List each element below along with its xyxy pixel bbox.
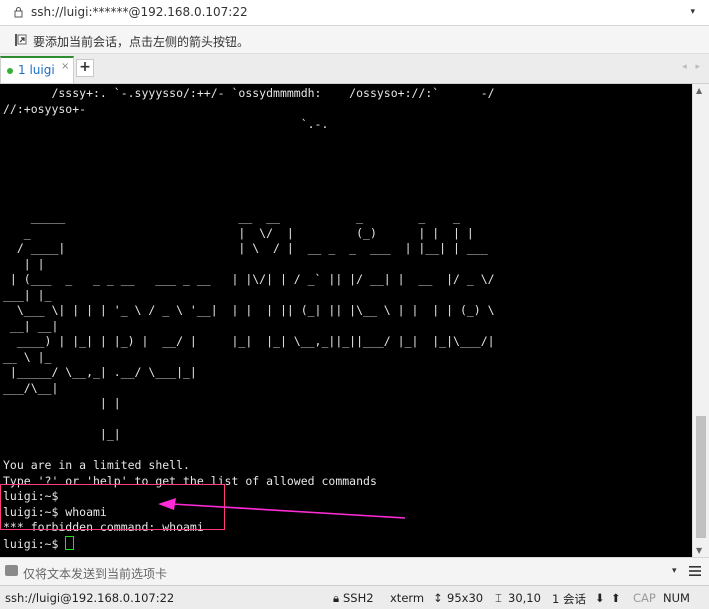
terminal-line: __ \ |_: [3, 349, 52, 364]
resize-icon: ↕: [433, 591, 443, 605]
send-text-bar: 仅将文本发送到当前选项卡 ▾: [0, 557, 709, 585]
terminal-line: ____) | |_| | |_) | __/ | |_| |_| \__,_|…: [3, 334, 495, 348]
terminal-line: _ | \/ | (_) | | | |: [3, 225, 474, 240]
lock-icon: 🔒︎: [333, 591, 340, 605]
address-url[interactable]: ssh://luigi:******@192.168.0.107:22: [31, 5, 248, 19]
add-session-hint-text: 要添加当前会话，点击左侧的箭头按钮。: [33, 35, 250, 49]
terminal-line: |_____/ \__,_| .__/ \___|_|: [3, 365, 197, 379]
status-size: 95x30: [447, 591, 484, 605]
status-protocol: SSH2: [343, 591, 374, 605]
terminal-line: | |: [3, 396, 121, 410]
tab-close-icon[interactable]: ×: [61, 61, 69, 72]
terminal-line: \___ \| | | | '_ \ / _ \ '__| | | | || (…: [3, 303, 495, 317]
new-tab-button[interactable]: +: [76, 59, 94, 77]
lock-icon: [14, 7, 23, 18]
send-text-input[interactable]: 仅将文本发送到当前选项卡: [23, 565, 167, 582]
send-target-dropdown-icon[interactable]: ▾: [672, 566, 677, 576]
status-sessions: 1 会话: [552, 592, 586, 606]
terminal-line: /sssy+:. `-.syyysso/:++/- `ossydmmmmdh: …: [3, 86, 495, 100]
tab-label: 1 luigi: [18, 63, 55, 77]
terminal-cursor: [65, 535, 75, 550]
terminal-output: /sssy+:. `-.syyysso/:++/- `ossydmmmmdh: …: [0, 84, 692, 552]
terminal-scrollbar[interactable]: ▲ ▼: [692, 84, 709, 557]
terminal-line: | (___ _ _ _ __ ___ _ __ | |\/| | / _` |…: [3, 272, 495, 286]
address-dropdown-icon[interactable]: ▾: [690, 7, 695, 17]
status-cursor-pos: 30,10: [508, 591, 541, 605]
status-connection: ssh://luigi@192.168.0.107:22: [5, 591, 175, 605]
menu-icon[interactable]: [689, 565, 701, 577]
add-session-arrow-icon[interactable]: [14, 33, 28, 47]
terminal-line: |_|: [3, 427, 121, 441]
address-bar[interactable]: ssh://luigi:******@192.168.0.107:22 ▾: [0, 0, 709, 26]
add-session-hint-bar: 要添加当前会话，点击左侧的箭头按钮。: [0, 26, 709, 54]
scrollbar-thumb[interactable]: [696, 416, 706, 538]
cursor-pos-icon: ⌶: [495, 591, 502, 605]
terminal-line: ___| |_: [3, 287, 52, 302]
terminal-line: _____ __ __ _ _ _: [3, 210, 460, 224]
status-term-type: xterm: [390, 591, 425, 605]
tab-scroll-arrows-icon[interactable]: ◂ ▸: [682, 62, 703, 72]
status-caps: CAP: [633, 591, 656, 605]
arrow-up-icon[interactable]: ⬆: [611, 591, 621, 605]
scroll-up-icon[interactable]: ▲: [696, 86, 702, 95]
connected-status-icon: [7, 68, 13, 74]
terminal-prompt-line: luigi:~$: [3, 536, 66, 551]
status-bar: ssh://luigi@192.168.0.107:22 🔒︎ SSH2 xte…: [0, 585, 709, 609]
terminal-line: `.-.: [3, 117, 329, 131]
tab-luigi[interactable]: 1 luigi ×: [0, 56, 74, 83]
terminal-line: / ____| | \ / | __ _ _ ___ | |__| | ___: [3, 241, 488, 255]
keyboard-icon: [5, 565, 18, 576]
terminal-line: //:+osyyso+-: [3, 101, 87, 116]
terminal-line: ___/\__|: [3, 380, 59, 395]
terminal-line: | |: [3, 256, 45, 271]
terminal-line: __| __|: [3, 318, 59, 333]
terminal-line: You are in a limited shell.: [3, 458, 190, 472]
status-num: NUM: [663, 591, 690, 605]
arrow-down-icon[interactable]: ⬇: [595, 591, 605, 605]
annotation-arrow-icon: [158, 498, 406, 519]
scroll-down-icon[interactable]: ▼: [696, 546, 702, 555]
tab-strip: 1 luigi × + ◂ ▸: [0, 54, 709, 84]
